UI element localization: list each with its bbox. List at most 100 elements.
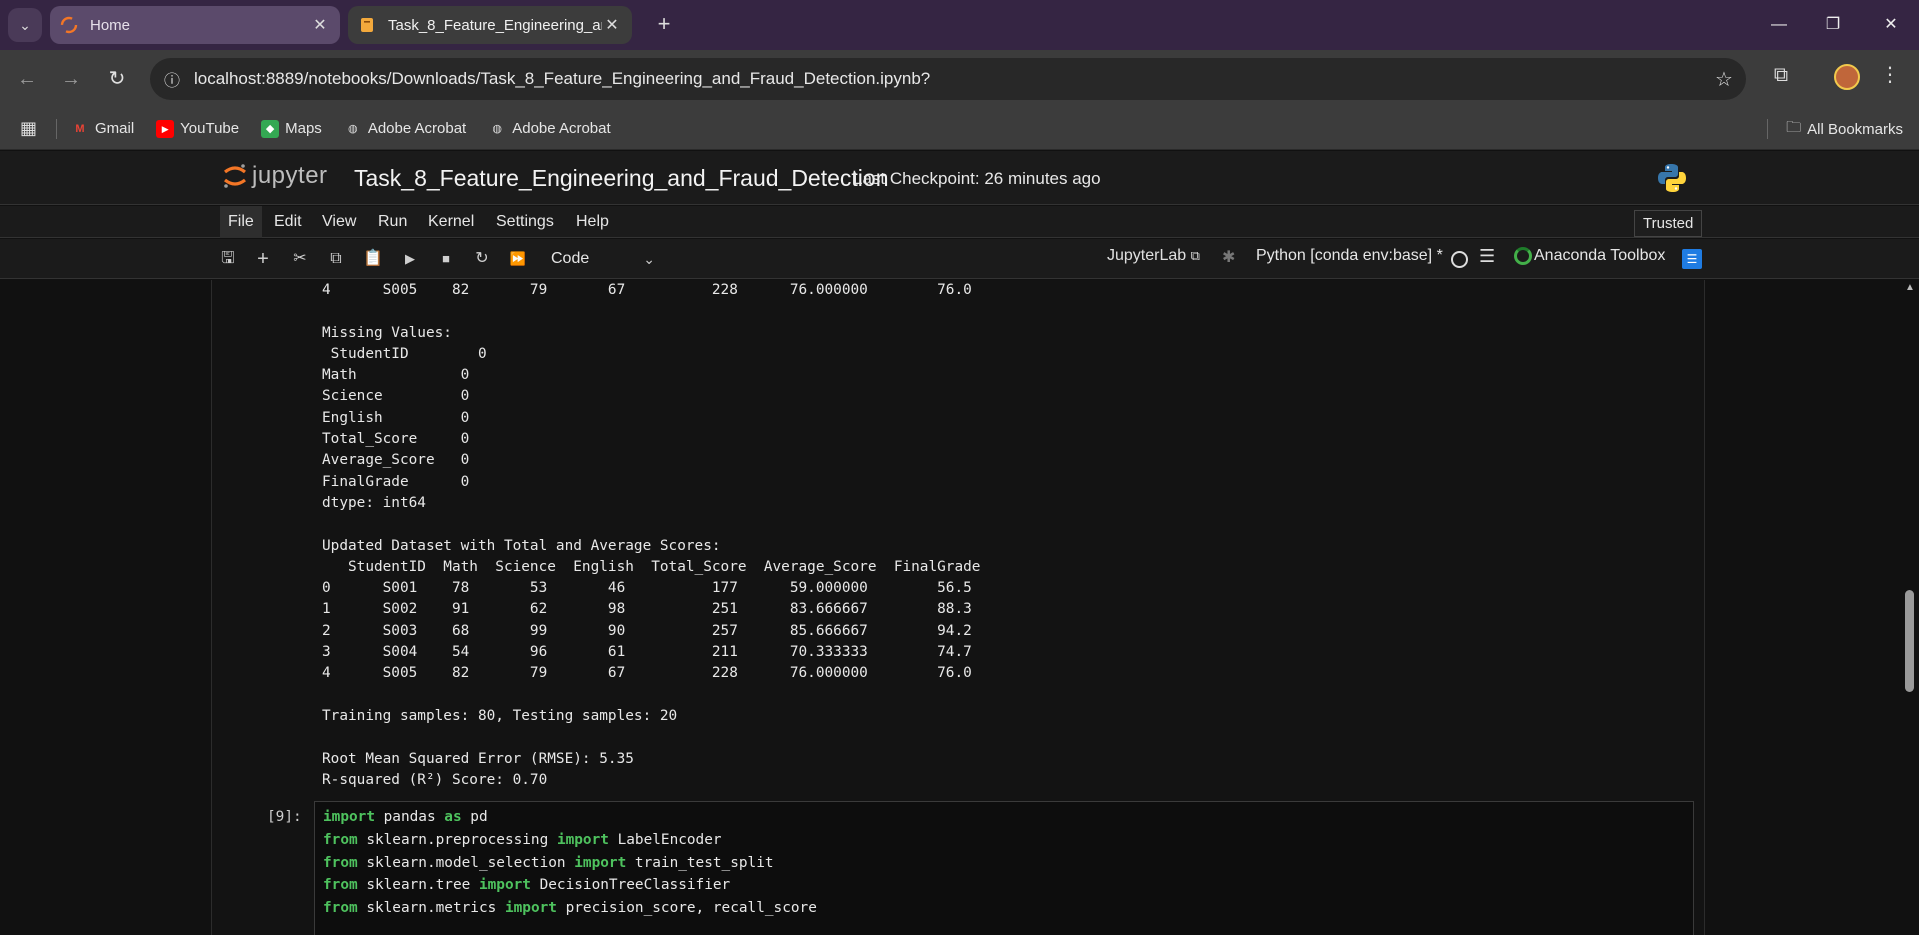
code-line[interactable]: import pandas as pd xyxy=(323,806,817,829)
bookmark-gmail[interactable]: M Gmail xyxy=(71,120,134,138)
code-keyword: import xyxy=(323,809,375,825)
code-keyword: from xyxy=(323,877,358,894)
minimize-icon[interactable]: — xyxy=(1756,10,1802,40)
tab-notebook[interactable]: Task_8_Feature_Engineering_and_Fraud_Det… xyxy=(348,6,632,44)
save-icon[interactable]: 🖫 xyxy=(216,247,240,271)
url-text[interactable]: localhost:8889/notebooks/Downloads/Task_… xyxy=(194,69,1702,89)
output-line: Root Mean Squared Error (RMSE): 5.35 xyxy=(322,750,634,767)
jupyter-menubar: File Edit View Run Kernel Settings Help … xyxy=(0,206,1919,238)
chevron-down-icon: ⌄ xyxy=(19,16,31,33)
scroll-up-icon[interactable]: ▲ xyxy=(1905,282,1915,293)
python-logo-icon xyxy=(1658,164,1686,192)
notebook-panel[interactable]: 4 S005 82 79 67 228 76.000000 76.0 Missin… xyxy=(211,280,1705,935)
site-info-icon[interactable]: ⓘ xyxy=(150,67,194,91)
debugger-icon[interactable]: ✱ xyxy=(1222,247,1235,267)
code-keyword: from xyxy=(323,854,358,871)
code-line[interactable]: from sklearn.tree import DecisionTreeCla… xyxy=(323,874,817,897)
paste-icon[interactable]: 📋 xyxy=(361,247,385,271)
scrollbar-thumb[interactable] xyxy=(1905,590,1914,692)
divider xyxy=(56,118,57,139)
output-line: 4 S005 82 79 67 228 76.000000 76.0 xyxy=(322,665,972,682)
anaconda-icon xyxy=(1514,247,1532,265)
divider xyxy=(1767,119,1769,139)
scrollbar[interactable]: ▲ xyxy=(1900,280,1919,935)
code-line[interactable]: from sklearn.preprocessing import LabelE… xyxy=(323,829,817,852)
output-line: Total_Score 0 xyxy=(322,431,470,448)
trusted-indicator[interactable]: Trusted xyxy=(1634,210,1703,237)
close-icon[interactable]: ✕ xyxy=(310,15,330,35)
tab-title: Home xyxy=(90,16,131,34)
property-inspector-icon[interactable]: ☰ xyxy=(1682,249,1702,269)
profile-avatar[interactable] xyxy=(1834,64,1860,90)
menu-settings[interactable]: Settings xyxy=(488,206,562,238)
window-close-icon[interactable]: ✕ xyxy=(1868,10,1914,40)
bookmark-label: Adobe Acrobat xyxy=(367,120,467,137)
restart-icon[interactable]: ↻ xyxy=(470,247,494,271)
menu-view[interactable]: View xyxy=(314,206,364,238)
hamburger-menu-icon[interactable]: ☰ xyxy=(1479,246,1495,267)
jupyter-wordmark: jupyter xyxy=(252,162,328,189)
cut-icon[interactable]: ✂ xyxy=(288,247,312,271)
bookmark-youtube[interactable]: ▶ YouTube xyxy=(156,119,239,138)
menu-kernel[interactable]: Kernel xyxy=(420,206,482,238)
tab-home[interactable]: Home ✕ xyxy=(50,6,340,44)
cell-type-value: Code xyxy=(551,250,590,267)
bookmark-maps[interactable]: ◆ Maps xyxy=(261,119,322,138)
globe-icon: ◍ xyxy=(348,122,358,135)
kernel-name[interactable]: Python [conda env:base] * xyxy=(1256,247,1443,265)
anaconda-toolbox[interactable]: Anaconda Toolbox xyxy=(1514,247,1665,265)
youtube-icon: ▶ xyxy=(156,119,175,138)
output-line: dtype: int64 xyxy=(322,494,426,511)
bookmark-star-icon[interactable]: ☆ xyxy=(1702,67,1746,92)
menu-file[interactable]: File xyxy=(220,206,262,238)
cell-type-select[interactable]: Code ⌄ xyxy=(551,245,659,273)
menu-help[interactable]: Help xyxy=(568,206,617,238)
code-keyword: as xyxy=(444,809,462,825)
code-token: sklearn.tree xyxy=(357,877,479,894)
restore-icon[interactable]: ❐ xyxy=(1810,10,1856,40)
cell-output: 4 S005 82 79 67 228 76.000000 76.0 Missin… xyxy=(322,280,1652,791)
stop-icon[interactable]: ■ xyxy=(434,247,458,271)
add-cell-icon[interactable]: + xyxy=(251,247,275,271)
tab-search-button[interactable]: ⌄ xyxy=(8,8,42,42)
output-line: Math 0 xyxy=(322,367,470,384)
menu-run[interactable]: Run xyxy=(370,206,415,238)
code-token: precision_score, recall_score xyxy=(556,900,817,917)
apps-grid-icon[interactable]: ▦ xyxy=(20,118,42,139)
close-icon[interactable]: ✕ xyxy=(602,15,622,35)
extensions-icon[interactable]: ⧉ xyxy=(1766,64,1796,94)
last-checkpoint: Last Checkpoint: 26 minutes ago xyxy=(853,169,1101,188)
code-line[interactable]: from sklearn.metrics import precision_sc… xyxy=(323,897,817,920)
jupyter-logo[interactable]: jupyter xyxy=(222,161,328,191)
address-bar[interactable]: ⓘ localhost:8889/notebooks/Downloads/Tas… xyxy=(150,58,1746,100)
run-icon[interactable]: ▶ xyxy=(398,247,422,271)
code-line[interactable]: from sklearn.model_selection import trai… xyxy=(323,852,817,875)
bookmark-label: Maps xyxy=(285,120,322,137)
code-token: pd xyxy=(461,809,488,825)
fast-forward-icon[interactable]: ⏩ xyxy=(506,247,530,271)
code-token: sklearn.preprocessing xyxy=(357,831,557,848)
output-line: English 0 xyxy=(322,409,470,426)
notebook-title[interactable]: Task_8_Feature_Engineering_and_Fraud_Det… xyxy=(354,165,888,192)
output-line: 4 S005 82 79 67 228 76.000000 76.0 xyxy=(322,282,972,298)
bookmark-adobe-acrobat[interactable]: ◍ Adobe Acrobat xyxy=(488,120,610,138)
open-jupyterlab-link[interactable]: JupyterLab ⧉ xyxy=(1107,247,1200,265)
code-keyword: import xyxy=(574,854,627,871)
menu-edit[interactable]: Edit xyxy=(266,206,310,238)
copy-icon[interactable]: ⧉ xyxy=(324,247,348,271)
bookmark-adobe-acrobat[interactable]: ◍ Adobe Acrobat xyxy=(344,120,466,138)
forward-arrow-icon[interactable]: → xyxy=(56,64,86,94)
code-cell-editor[interactable]: import pandas as pd from sklearn.preproce… xyxy=(314,801,1694,935)
browser-menu-icon[interactable]: ⋮ xyxy=(1880,62,1900,92)
new-tab-icon[interactable]: + xyxy=(650,10,678,38)
reload-icon[interactable]: ↻ xyxy=(102,64,132,94)
code-text[interactable]: import pandas as pd from sklearn.preproce… xyxy=(323,806,817,920)
code-keyword: from xyxy=(323,831,358,848)
code-token: DecisionTreeClassifier xyxy=(530,877,731,894)
back-arrow-icon[interactable]: ← xyxy=(12,64,42,94)
all-bookmarks[interactable]: 🗀 All Bookmarks xyxy=(1767,108,1903,150)
